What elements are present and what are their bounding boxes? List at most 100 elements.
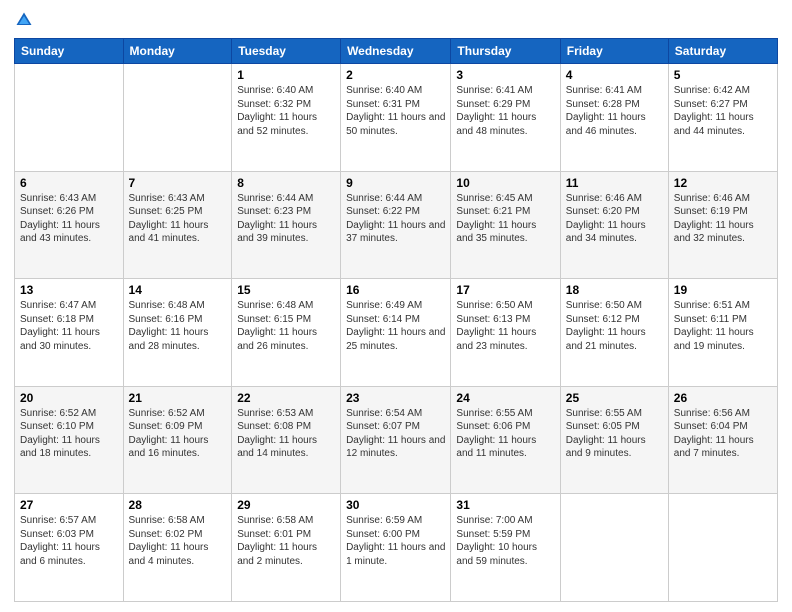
- calendar-cell: 19 Sunrise: 6:51 AM Sunset: 6:11 PM Dayli…: [668, 279, 777, 387]
- calendar-cell: 21Sunrise: 6:52 AM Sunset: 6:09 PM Dayli…: [123, 386, 232, 494]
- day-number: 24: [456, 391, 554, 405]
- day-number: 18: [566, 283, 663, 297]
- day-info: Sunrise: 6:46 AM Sunset: 6:19 PM Dayligh…: [674, 192, 772, 246]
- day-info: Sunrise: 6:56 AM Sunset: 6:04 PM Dayligh…: [674, 407, 772, 461]
- day-info: Sunrise: 6:48 AM Sunset: 6:15 PM Dayligh…: [237, 299, 335, 353]
- day-number: 5: [674, 68, 772, 82]
- day-info: Sunrise: 6:55 AM Sunset: 6:05 PM Dayligh…: [566, 407, 663, 461]
- day-info: Sunrise: 6:58 AM Sunset: 6:02 PM Dayligh…: [129, 514, 227, 568]
- calendar-cell: [668, 494, 777, 602]
- calendar-cell: 12 Sunrise: 6:46 AM Sunset: 6:19 PM Dayli…: [668, 171, 777, 279]
- day-info: Sunrise: 6:43 AM Sunset: 6:25 PM Dayligh…: [129, 192, 227, 246]
- day-number: 8: [237, 176, 335, 190]
- calendar-cell: 31 Sunrise: 7:00 AM Sunset: 5:59 PM Dayli…: [451, 494, 560, 602]
- day-info: Sunrise: 6:41 AM Sunset: 6:28 PM Dayligh…: [566, 84, 663, 138]
- calendar-cell: 15 Sunrise: 6:48 AM Sunset: 6:15 PM Dayli…: [232, 279, 341, 387]
- calendar-cell: 30Sunrise: 6:59 AM Sunset: 6:00 PM Dayli…: [341, 494, 451, 602]
- weekday-header-saturday: Saturday: [668, 39, 777, 64]
- calendar-cell: 28 Sunrise: 6:58 AM Sunset: 6:02 PM Dayli…: [123, 494, 232, 602]
- day-number: 23: [346, 391, 445, 405]
- day-info: Sunrise: 6:50 AM Sunset: 6:13 PM Dayligh…: [456, 299, 554, 353]
- day-number: 12: [674, 176, 772, 190]
- page: SundayMondayTuesdayWednesdayThursdayFrid…: [0, 0, 792, 612]
- weekday-header-sunday: Sunday: [15, 39, 124, 64]
- week-row-2: 13 Sunrise: 6:47 AM Sunset: 6:18 PM Dayli…: [15, 279, 778, 387]
- day-info: Sunrise: 6:59 AM Sunset: 6:00 PM Dayligh…: [346, 514, 445, 568]
- day-info: Sunrise: 6:50 AM Sunset: 6:12 PM Dayligh…: [566, 299, 663, 353]
- calendar-cell: 11 Sunrise: 6:46 AM Sunset: 6:20 PM Dayli…: [560, 171, 668, 279]
- weekday-header-tuesday: Tuesday: [232, 39, 341, 64]
- calendar-cell: 23 Sunrise: 6:54 AM Sunset: 6:07 PM Dayli…: [341, 386, 451, 494]
- day-number: 15: [237, 283, 335, 297]
- calendar-cell: 2 Sunrise: 6:40 AM Sunset: 6:31 PM Daylig…: [341, 64, 451, 172]
- day-info: Sunrise: 6:54 AM Sunset: 6:07 PM Dayligh…: [346, 407, 445, 461]
- day-number: 9: [346, 176, 445, 190]
- calendar-cell: 9Sunrise: 6:44 AM Sunset: 6:22 PM Daylig…: [341, 171, 451, 279]
- calendar-cell: 24 Sunrise: 6:55 AM Sunset: 6:06 PM Dayli…: [451, 386, 560, 494]
- day-number: 25: [566, 391, 663, 405]
- week-row-0: 1 Sunrise: 6:40 AM Sunset: 6:32 PM Daylig…: [15, 64, 778, 172]
- day-number: 19: [674, 283, 772, 297]
- week-row-1: 6 Sunrise: 6:43 AM Sunset: 6:26 PM Daylig…: [15, 171, 778, 279]
- calendar-cell: 3Sunrise: 6:41 AM Sunset: 6:29 PM Daylig…: [451, 64, 560, 172]
- day-info: Sunrise: 6:40 AM Sunset: 6:32 PM Dayligh…: [237, 84, 335, 138]
- day-number: 16: [346, 283, 445, 297]
- weekday-header-row: SundayMondayTuesdayWednesdayThursdayFrid…: [15, 39, 778, 64]
- day-number: 2: [346, 68, 445, 82]
- calendar-cell: 16 Sunrise: 6:49 AM Sunset: 6:14 PM Dayli…: [341, 279, 451, 387]
- weekday-header-monday: Monday: [123, 39, 232, 64]
- day-info: Sunrise: 7:00 AM Sunset: 5:59 PM Dayligh…: [456, 514, 554, 568]
- day-number: 22: [237, 391, 335, 405]
- calendar-cell: 26 Sunrise: 6:56 AM Sunset: 6:04 PM Dayli…: [668, 386, 777, 494]
- week-row-4: 27Sunrise: 6:57 AM Sunset: 6:03 PM Dayli…: [15, 494, 778, 602]
- day-info: Sunrise: 6:52 AM Sunset: 6:10 PM Dayligh…: [20, 407, 118, 461]
- calendar-cell: [560, 494, 668, 602]
- calendar-table: SundayMondayTuesdayWednesdayThursdayFrid…: [14, 38, 778, 602]
- calendar-cell: 14 Sunrise: 6:48 AM Sunset: 6:16 PM Dayli…: [123, 279, 232, 387]
- day-number: 6: [20, 176, 118, 190]
- calendar-cell: 29 Sunrise: 6:58 AM Sunset: 6:01 PM Dayli…: [232, 494, 341, 602]
- day-number: 4: [566, 68, 663, 82]
- weekday-header-thursday: Thursday: [451, 39, 560, 64]
- day-info: Sunrise: 6:57 AM Sunset: 6:03 PM Dayligh…: [20, 514, 118, 568]
- day-info: Sunrise: 6:48 AM Sunset: 6:16 PM Dayligh…: [129, 299, 227, 353]
- day-info: Sunrise: 6:53 AM Sunset: 6:08 PM Dayligh…: [237, 407, 335, 461]
- day-number: 13: [20, 283, 118, 297]
- day-number: 11: [566, 176, 663, 190]
- day-info: Sunrise: 6:40 AM Sunset: 6:31 PM Dayligh…: [346, 84, 445, 138]
- calendar-cell: 22 Sunrise: 6:53 AM Sunset: 6:08 PM Dayli…: [232, 386, 341, 494]
- day-info: Sunrise: 6:55 AM Sunset: 6:06 PM Dayligh…: [456, 407, 554, 461]
- day-info: Sunrise: 6:43 AM Sunset: 6:26 PM Dayligh…: [20, 192, 118, 246]
- day-number: 1: [237, 68, 335, 82]
- day-number: 29: [237, 498, 335, 512]
- calendar-cell: 20Sunrise: 6:52 AM Sunset: 6:10 PM Dayli…: [15, 386, 124, 494]
- day-number: 26: [674, 391, 772, 405]
- day-info: Sunrise: 6:51 AM Sunset: 6:11 PM Dayligh…: [674, 299, 772, 353]
- day-info: Sunrise: 6:44 AM Sunset: 6:23 PM Dayligh…: [237, 192, 335, 246]
- day-number: 7: [129, 176, 227, 190]
- day-number: 10: [456, 176, 554, 190]
- calendar-cell: 25 Sunrise: 6:55 AM Sunset: 6:05 PM Dayli…: [560, 386, 668, 494]
- logo-icon: [14, 10, 34, 30]
- calendar-cell: 1 Sunrise: 6:40 AM Sunset: 6:32 PM Daylig…: [232, 64, 341, 172]
- day-info: Sunrise: 6:49 AM Sunset: 6:14 PM Dayligh…: [346, 299, 445, 353]
- day-number: 21: [129, 391, 227, 405]
- day-info: Sunrise: 6:46 AM Sunset: 6:20 PM Dayligh…: [566, 192, 663, 246]
- day-number: 14: [129, 283, 227, 297]
- calendar-cell: 4 Sunrise: 6:41 AM Sunset: 6:28 PM Daylig…: [560, 64, 668, 172]
- day-info: Sunrise: 6:42 AM Sunset: 6:27 PM Dayligh…: [674, 84, 772, 138]
- calendar-cell: 6 Sunrise: 6:43 AM Sunset: 6:26 PM Daylig…: [15, 171, 124, 279]
- day-info: Sunrise: 6:47 AM Sunset: 6:18 PM Dayligh…: [20, 299, 118, 353]
- day-number: 17: [456, 283, 554, 297]
- week-row-3: 20Sunrise: 6:52 AM Sunset: 6:10 PM Dayli…: [15, 386, 778, 494]
- day-number: 31: [456, 498, 554, 512]
- day-number: 28: [129, 498, 227, 512]
- calendar-cell: 8 Sunrise: 6:44 AM Sunset: 6:23 PM Daylig…: [232, 171, 341, 279]
- header: [14, 10, 778, 30]
- weekday-header-wednesday: Wednesday: [341, 39, 451, 64]
- calendar-cell: 18 Sunrise: 6:50 AM Sunset: 6:12 PM Dayli…: [560, 279, 668, 387]
- weekday-header-friday: Friday: [560, 39, 668, 64]
- day-number: 3: [456, 68, 554, 82]
- day-info: Sunrise: 6:45 AM Sunset: 6:21 PM Dayligh…: [456, 192, 554, 246]
- day-info: Sunrise: 6:58 AM Sunset: 6:01 PM Dayligh…: [237, 514, 335, 568]
